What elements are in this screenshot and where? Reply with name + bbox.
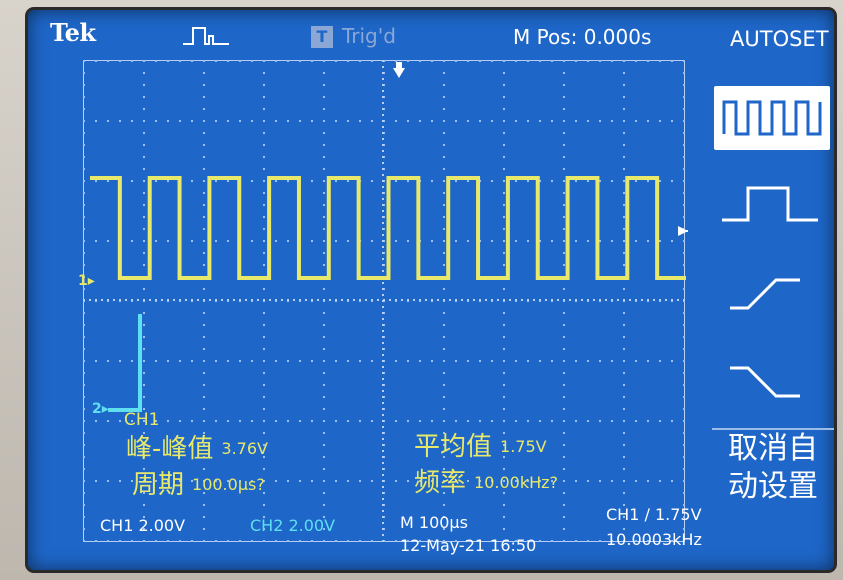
ch2-waveform	[108, 314, 142, 412]
frequency-value: 10.00kHz?	[474, 473, 559, 492]
ch2-scale: CH2 2.00V	[250, 516, 336, 535]
peak-to-peak-value: 3.76V	[221, 439, 268, 458]
falling-edge-icon	[730, 366, 800, 398]
ch1-scale: CH1 2.00V	[100, 516, 186, 535]
autoset-option-single-cycle[interactable]	[714, 172, 830, 236]
cancel-autoset-label-line1: 取消自	[728, 431, 818, 466]
mean-label: 平均值	[414, 432, 493, 462]
period-label: 周期	[132, 470, 185, 500]
frequency-label: 频率	[414, 468, 467, 498]
autoset-option-falling-edge[interactable]	[714, 348, 830, 412]
autoset-option-rising-edge[interactable]	[714, 260, 830, 324]
ch1-ground-marker: 1▸	[78, 273, 95, 289]
trigger-frequency: 10.0003kHz	[606, 530, 702, 549]
timebase: M 100μs	[400, 513, 468, 532]
peak-to-peak-label: 峰-峰值	[126, 434, 214, 464]
autoset-side-menu: 取消自 动设置	[712, 62, 834, 542]
ch1-waveform	[90, 176, 686, 280]
single-pulse-icon	[722, 186, 818, 222]
mean-value: 1.75V	[500, 437, 547, 456]
oscilloscope-screen: Tek T Trig'd M Pos: 0.000s AUTOSET 1▸ 2▸…	[28, 10, 834, 570]
frequency-readout: 频率 10.00kHz?	[414, 462, 558, 499]
trigger-info: CH1 ∕ 1.75V	[606, 505, 702, 524]
mean-readout: 平均值 1.75V	[414, 426, 547, 463]
rising-edge-icon	[730, 278, 800, 310]
date-time: 12-May-21 16:50	[400, 536, 537, 555]
square-wave-icon	[722, 100, 822, 136]
autoset-option-multi-cycle[interactable]	[714, 86, 830, 150]
period-readout: 周期 100.0μs?	[132, 464, 265, 501]
measurement-source: CH1	[124, 410, 160, 430]
cancel-autoset-label-line2: 动设置	[728, 469, 818, 504]
period-value: 100.0μs?	[192, 475, 265, 494]
ch2-marker-label: 2	[92, 401, 102, 417]
peak-to-peak-readout: 峰-峰值 3.76V	[126, 428, 268, 465]
cancel-autoset-button[interactable]: 取消自 动设置	[712, 428, 834, 510]
ch2-ground-marker: 2▸	[92, 401, 109, 417]
ch1-marker-label: 1	[78, 273, 88, 289]
